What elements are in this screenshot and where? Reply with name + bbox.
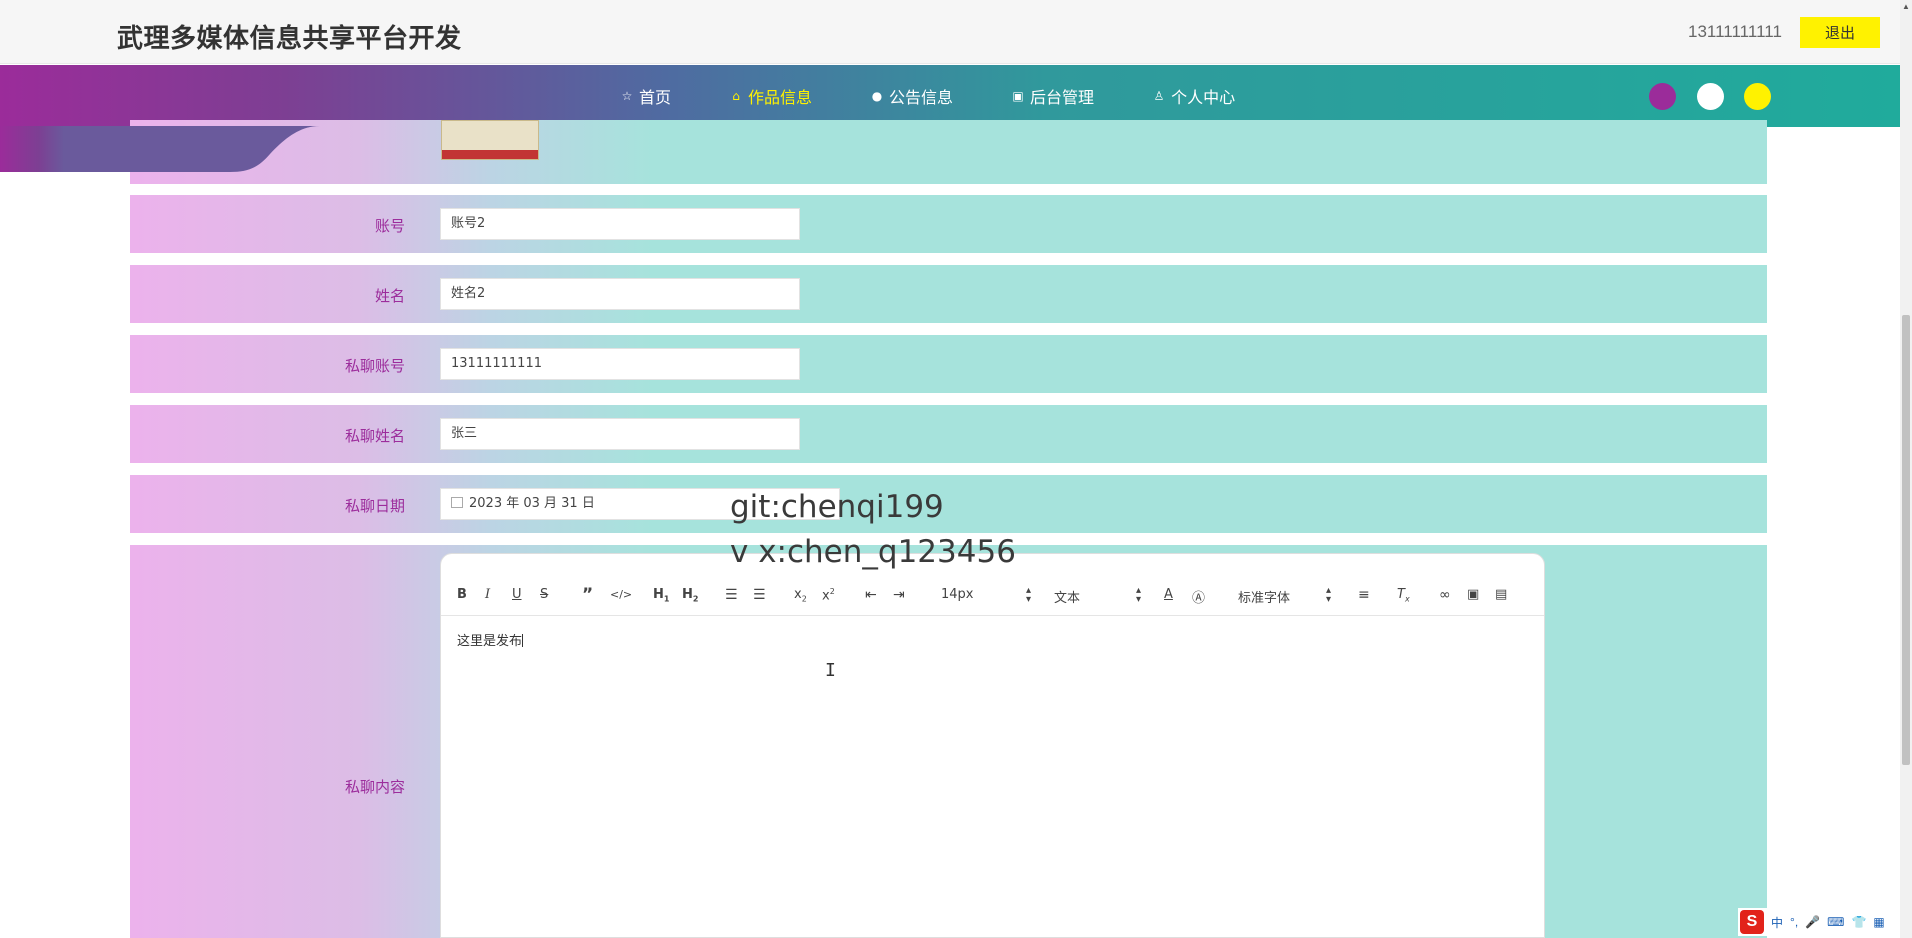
microphone-icon[interactable]: 🎤 [1805, 915, 1820, 929]
calendar-icon [451, 497, 463, 508]
archive-icon: ▣ [1012, 89, 1024, 103]
logout-button[interactable]: 退出 [1800, 17, 1880, 48]
theme-dot-white[interactable] [1697, 83, 1724, 110]
name-label: 姓名 [374, 287, 405, 305]
outdent-icon[interactable]: ⇤ [865, 587, 877, 603]
ime-logo[interactable]: S [1740, 910, 1764, 934]
name-field[interactable]: 姓名2 [440, 278, 800, 310]
nav-home[interactable]: ☆ 首页 [620, 84, 671, 108]
nav-wave-decoration [0, 126, 320, 172]
italic-icon[interactable]: I [485, 587, 490, 602]
superscript-icon[interactable]: x2 [822, 587, 835, 603]
font-size-select[interactable]: 14px ▴ ▾ [941, 585, 1031, 605]
user-account[interactable]: 13111111111 [1688, 22, 1782, 42]
indent-icon[interactable]: ⇥ [893, 587, 905, 603]
chat-name-label: 私聊姓名 [344, 427, 405, 445]
text-cursor-icon: I [825, 660, 836, 681]
subscript-icon[interactable]: x2 [794, 587, 807, 604]
bullet-list-icon[interactable]: ☰ [753, 587, 766, 603]
info-circle-icon: ● [871, 89, 883, 103]
form-row-name: 姓名 姓名2 [130, 265, 1767, 323]
nav-works-label: 作品信息 [748, 88, 813, 107]
code-block-icon[interactable]: </> [610, 588, 632, 601]
image-icon[interactable]: ▣ [1467, 587, 1479, 602]
nav-notices[interactable]: ● 公告信息 [870, 84, 953, 108]
top-header: 武理多媒体信息共享平台开发 13111111111 退出 [0, 0, 1900, 64]
select-arrow-icon: ▴ ▾ [1025, 585, 1031, 605]
editor-content-area[interactable]: 这里是发布 [457, 630, 524, 649]
form-row-account: 账号 账号2 [130, 195, 1767, 253]
nav-works[interactable]: ⌂ 作品信息 [729, 84, 812, 108]
ordered-list-icon[interactable]: ☰ [725, 587, 738, 603]
block-type-value: 文本 [1054, 591, 1081, 606]
theme-dot-yellow[interactable] [1744, 83, 1771, 110]
watermark-line-1: git:chenqi199 [730, 489, 944, 525]
video-icon[interactable]: ▤ [1495, 587, 1507, 602]
align-icon[interactable]: ≡ [1358, 587, 1370, 603]
user-icon: ♙ [1153, 89, 1165, 103]
select-arrow-icon: ▴ ▾ [1135, 585, 1141, 605]
scroll-thumb[interactable] [1902, 315, 1910, 765]
nav-profile-label: 个人中心 [1171, 88, 1236, 107]
skin-icon[interactable]: 👕 [1851, 915, 1866, 929]
ime-toolbar: S 中 °, 🎤 ⌨ 👕 ▦ [1738, 908, 1900, 936]
underline-icon[interactable]: U [512, 587, 522, 602]
grid-icon[interactable]: ▦ [1873, 915, 1884, 929]
main-nav: ☆ 首页 ⌂ 作品信息 ● 公告信息 ▣ 后台管理 ♙ 个人中心 [0, 65, 1900, 127]
link-icon[interactable]: ∞ [1439, 587, 1451, 603]
chat-account-label: 私聊账号 [344, 357, 405, 375]
work-thumbnail [441, 120, 539, 160]
blockquote-icon[interactable]: ” [582, 585, 593, 605]
watermark-line-2: v x:chen_q123456 [730, 534, 1016, 570]
keyboard-icon[interactable]: ⌨ [1827, 915, 1844, 929]
chat-date-label: 私聊日期 [344, 497, 405, 515]
heading2-icon[interactable]: H2 [682, 587, 698, 604]
nav-admin[interactable]: ▣ 后台管理 [1011, 84, 1094, 108]
heading1-icon[interactable]: H1 [653, 587, 669, 604]
nav-notices-label: 公告信息 [889, 88, 954, 107]
site-title: 武理多媒体信息共享平台开发 [117, 24, 462, 54]
select-arrow-icon: ▴ ▾ [1325, 585, 1331, 605]
bag-icon: ⌂ [732, 89, 740, 103]
form-row-chat-account: 私聊账号 13111111111 [130, 335, 1767, 393]
background-color-icon[interactable]: Ⓐ [1192, 587, 1205, 606]
chat-date-value: 2023 年 03 月 31 日 [469, 496, 595, 511]
clear-format-icon[interactable]: Tx [1397, 587, 1410, 604]
font-size-value: 14px [941, 587, 974, 602]
font-family-select[interactable]: 标准字体 ▴ ▾ [1238, 585, 1331, 607]
font-family-value: 标准字体 [1238, 591, 1291, 606]
chat-account-field[interactable]: 13111111111 [440, 348, 800, 380]
font-color-icon[interactable]: A [1164, 587, 1173, 602]
chat-name-field[interactable]: 张三 [440, 418, 800, 450]
nav-profile[interactable]: ♙ 个人中心 [1152, 84, 1235, 108]
star-icon: ☆ [621, 89, 633, 103]
editor-toolbar: B I U S ” </> H1 H2 ☰ ☰ x2 x2 ⇤ ⇥ 14px ▴… [441, 576, 1544, 616]
form-row-chat-name: 私聊姓名 张三 [130, 405, 1767, 463]
form-row-chat-date: 私聊日期 2023 年 03 月 31 日 [130, 475, 1767, 533]
chat-content-label: 私聊内容 [344, 778, 405, 796]
bold-icon[interactable]: B [457, 587, 467, 602]
rich-text-editor: B I U S ” </> H1 H2 ☰ ☰ x2 x2 ⇤ ⇥ 14px ▴… [440, 553, 1545, 938]
nav-home-label: 首页 [639, 88, 672, 107]
nav-admin-label: 后台管理 [1030, 88, 1095, 107]
editor-text: 这里是发布 [457, 634, 523, 649]
theme-dot-purple[interactable] [1649, 83, 1676, 110]
strike-icon[interactable]: S [540, 587, 548, 602]
account-field[interactable]: 账号2 [440, 208, 800, 240]
scroll-up-icon[interactable]: ▲ [1902, 2, 1910, 11]
ime-chinese-mode[interactable]: 中 [1771, 914, 1783, 931]
account-label: 账号 [374, 217, 405, 235]
ime-punctuation-icon[interactable]: °, [1790, 915, 1798, 929]
block-type-select[interactable]: 文本 ▴ ▾ [1054, 585, 1141, 607]
